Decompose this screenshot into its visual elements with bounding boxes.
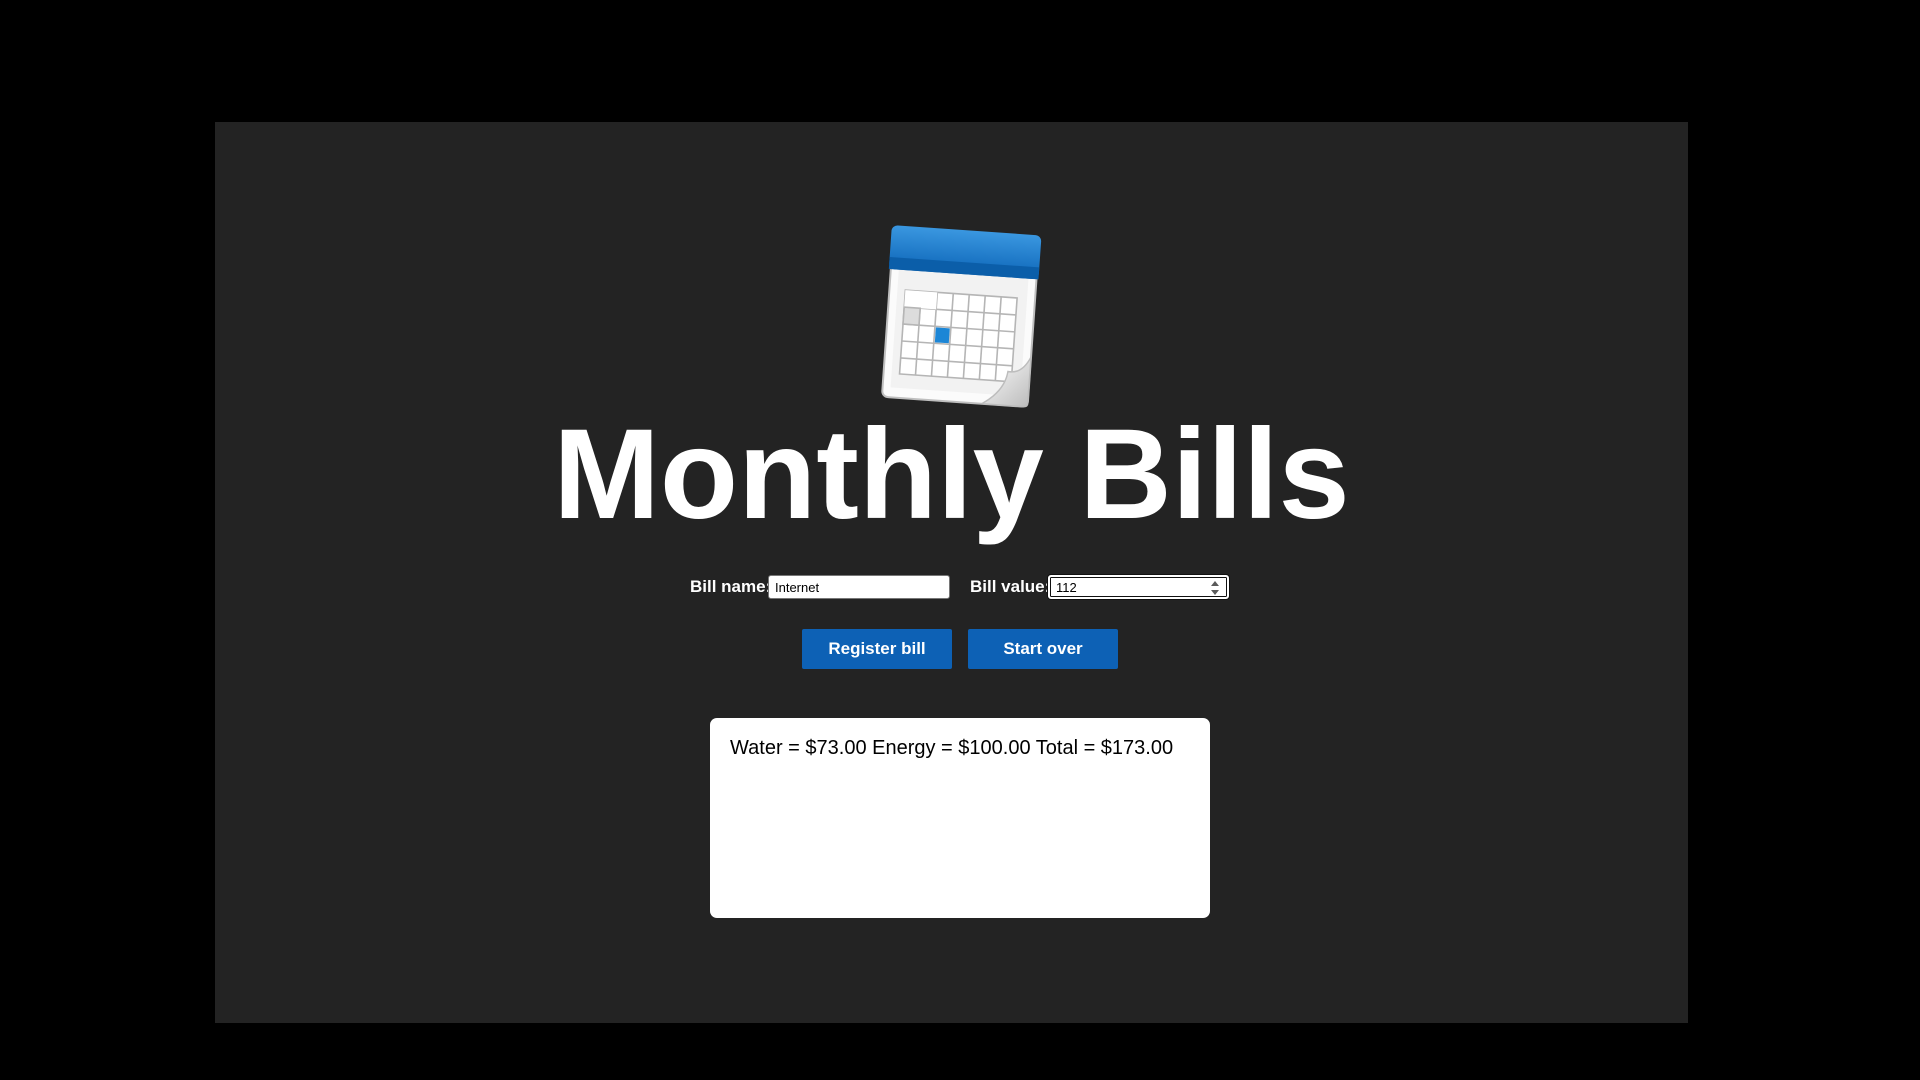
action-buttons: Register bill Start over bbox=[215, 629, 1688, 669]
bill-name-label: Bill name: bbox=[690, 577, 772, 596]
bill-value-label: Bill value: bbox=[970, 577, 1051, 596]
number-spinner-icon[interactable] bbox=[1210, 580, 1220, 596]
page-title: Monthly Bills bbox=[553, 403, 1350, 546]
bill-value-input[interactable] bbox=[1048, 575, 1229, 599]
bills-summary-box: Water = $73.00 Energy = $100.00 Total = … bbox=[710, 718, 1210, 918]
calendar-icon bbox=[881, 225, 1042, 408]
start-over-button[interactable]: Start over bbox=[968, 629, 1118, 669]
bill-form: Bill name: Bill value: bbox=[215, 572, 1688, 602]
bills-summary-text: Water = $73.00 Energy = $100.00 Total = … bbox=[730, 737, 1174, 759]
app-panel: Monthly Bills Bill name: Bill value: Reg… bbox=[215, 122, 1688, 1023]
register-bill-button[interactable]: Register bill bbox=[802, 629, 952, 669]
bill-name-input[interactable] bbox=[768, 575, 950, 599]
